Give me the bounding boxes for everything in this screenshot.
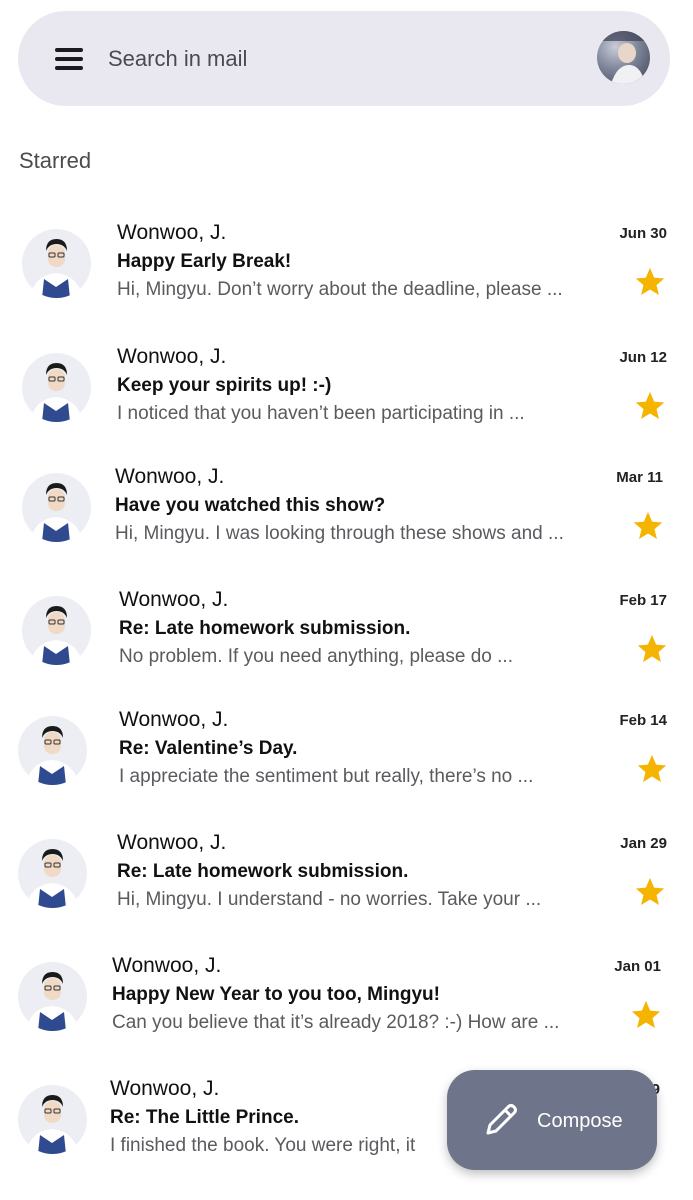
email-subject: Re: Valentine’s Day. (119, 738, 298, 759)
email-date: Jan 29 (620, 835, 667, 852)
star-icon[interactable] (635, 752, 669, 786)
email-row[interactable]: Wonwoo, J. Have you watched this show? H… (0, 451, 693, 569)
sender-avatar (22, 596, 91, 665)
sender-name: Wonwoo, J. (110, 1077, 220, 1100)
star-icon[interactable] (633, 265, 667, 299)
sender-name: Wonwoo, J. (112, 954, 222, 977)
star-icon[interactable] (635, 632, 669, 666)
section-title: Starred (19, 148, 92, 173)
email-snippet: Hi, Mingyu. I understand - no worries. T… (117, 889, 542, 910)
email-subject: Happy Early Break! (117, 251, 292, 272)
star-icon[interactable] (631, 509, 665, 543)
email-snippet: Hi, Mingyu. I was looking through these … (115, 523, 564, 544)
email-date: Feb 17 (619, 592, 667, 609)
email-date: Jun 12 (619, 349, 667, 366)
email-snippet: Can you believe that it’s already 2018? … (112, 1012, 560, 1033)
email-subject: Have you watched this show? (115, 495, 386, 516)
compose-button[interactable]: Compose (447, 1070, 657, 1170)
sender-avatar (22, 229, 91, 298)
email-row[interactable]: Wonwoo, J. Re: Late homework submission.… (0, 574, 693, 692)
email-row[interactable]: Wonwoo, J. Re: Late homework submission.… (0, 817, 693, 935)
sender-name: Wonwoo, J. (117, 345, 227, 368)
compose-label: Compose (537, 1110, 623, 1132)
email-date: Mar 11 (616, 469, 663, 486)
email-subject: Keep your spirits up! :-) (117, 375, 332, 396)
star-icon[interactable] (633, 389, 667, 423)
email-snippet: I noticed that you haven’t been particip… (117, 403, 525, 424)
email-row[interactable]: Wonwoo, J. Re: Valentine’s Day. I apprec… (0, 694, 693, 812)
email-subject: Happy New Year to you too, Mingyu! (112, 984, 440, 1005)
sender-avatar (18, 962, 87, 1031)
search-input[interactable] (108, 41, 568, 77)
email-snippet: Hi, Mingyu. Don’t worry about the deadli… (117, 279, 563, 300)
email-date: Jan 01 (614, 958, 661, 975)
email-snippet: No problem. If you need anything, please… (119, 646, 513, 667)
email-subject: Re: The Little Prince. (110, 1107, 299, 1128)
sender-avatar (22, 353, 91, 422)
menu-icon[interactable] (55, 46, 85, 72)
email-snippet: I appreciate the sentiment but really, t… (119, 766, 534, 787)
star-icon[interactable] (629, 998, 663, 1032)
sender-name: Wonwoo, J. (119, 708, 229, 731)
sender-name: Wonwoo, J. (119, 588, 229, 611)
email-date: Jun 30 (619, 225, 667, 242)
star-icon[interactable] (633, 875, 667, 909)
email-row[interactable]: Wonwoo, J. Happy Early Break! Hi, Mingyu… (0, 207, 693, 325)
sender-avatar (18, 839, 87, 908)
account-avatar[interactable] (597, 31, 650, 84)
sender-name: Wonwoo, J. (115, 465, 225, 488)
search-bar[interactable] (18, 11, 670, 106)
sender-name: Wonwoo, J. (117, 831, 227, 854)
sender-avatar (18, 716, 87, 785)
pencil-icon (486, 1104, 517, 1135)
sender-avatar (22, 473, 91, 542)
email-row[interactable]: Wonwoo, J. Happy New Year to you too, Mi… (0, 940, 693, 1058)
sender-avatar (18, 1085, 87, 1154)
email-row[interactable]: Wonwoo, J. Keep your spirits up! :-) I n… (0, 331, 693, 449)
email-date: Feb 14 (619, 712, 667, 729)
email-subject: Re: Late homework submission. (119, 618, 411, 639)
sender-name: Wonwoo, J. (117, 221, 227, 244)
email-subject: Re: Late homework submission. (117, 861, 409, 882)
